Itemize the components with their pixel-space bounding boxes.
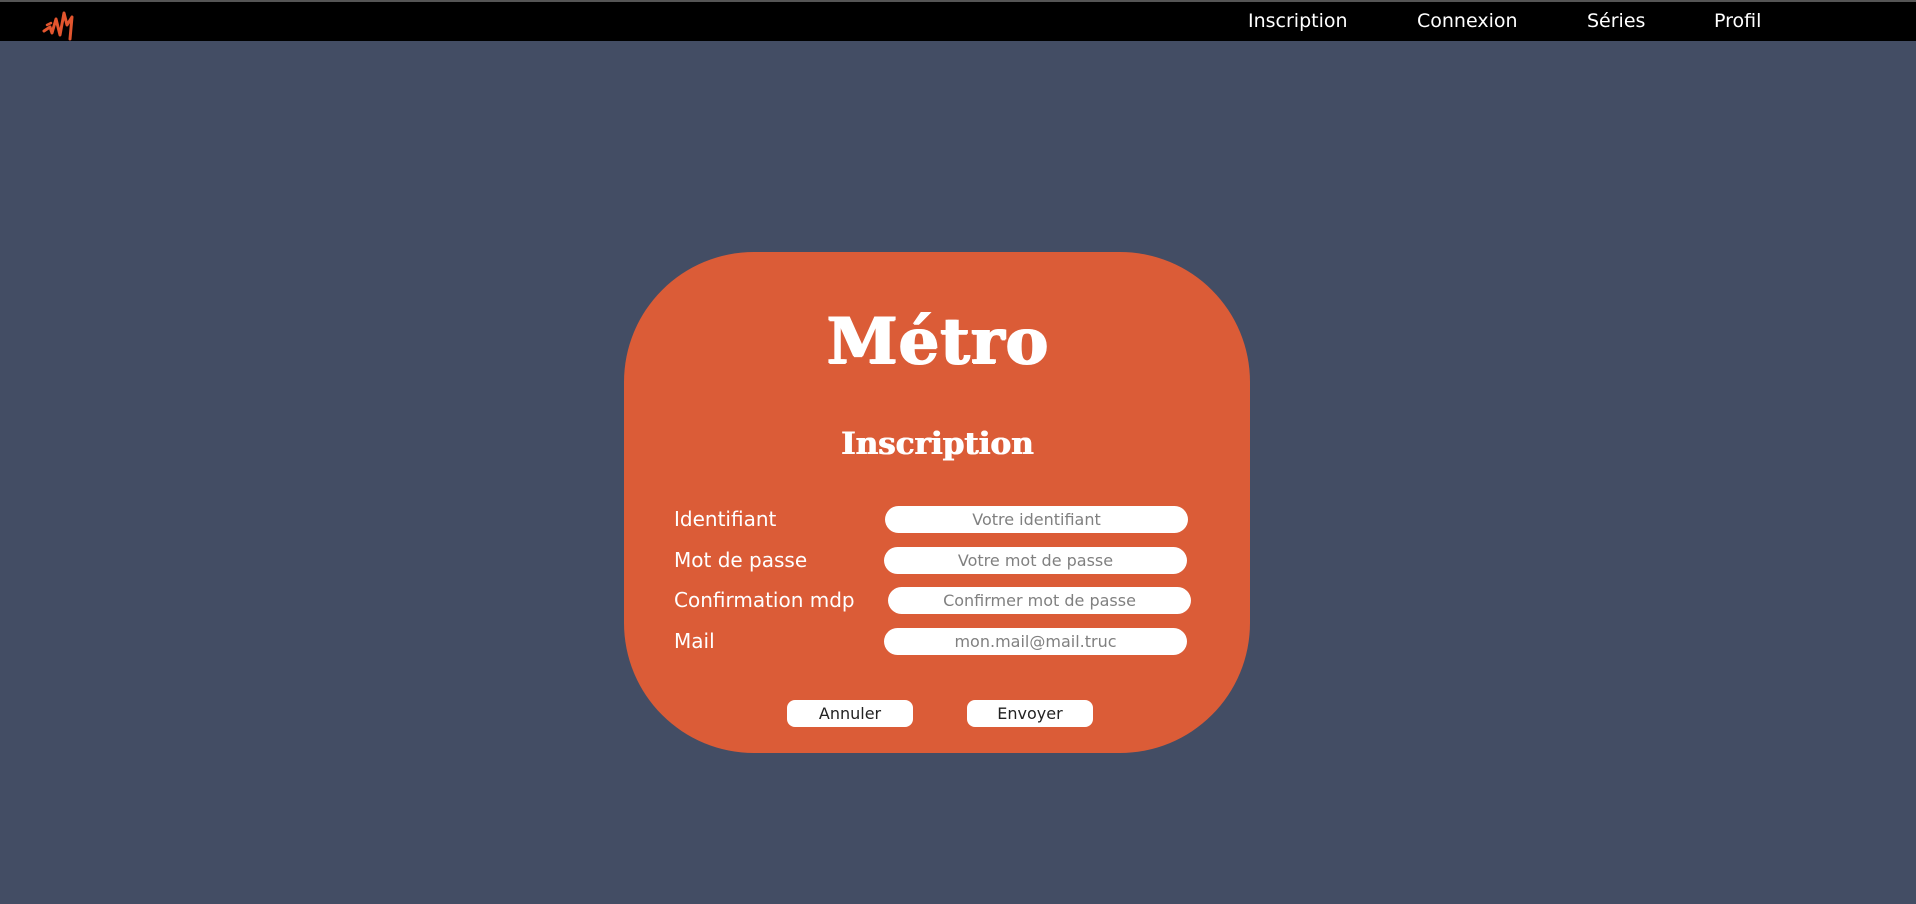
brand-title: Métro bbox=[825, 304, 1049, 379]
password-confirm-input[interactable] bbox=[888, 587, 1191, 614]
mail-input[interactable] bbox=[884, 628, 1187, 655]
form-row-identifiant: Identifiant bbox=[624, 504, 1250, 534]
form-title: Inscription bbox=[840, 426, 1034, 462]
password-label: Mot de passe bbox=[674, 548, 808, 572]
form-row-password-confirm: Confirmation mdp bbox=[624, 585, 1250, 615]
form-row-password: Mot de passe bbox=[624, 545, 1250, 575]
nav-series[interactable]: Séries bbox=[1587, 2, 1645, 41]
mail-label: Mail bbox=[674, 629, 715, 653]
nav-profil[interactable]: Profil bbox=[1714, 2, 1761, 41]
cancel-button[interactable]: Annuler bbox=[787, 700, 913, 727]
password-confirm-label: Confirmation mdp bbox=[674, 588, 855, 612]
submit-button[interactable]: Envoyer bbox=[967, 700, 1093, 727]
form-row-mail: Mail bbox=[624, 626, 1250, 656]
password-input[interactable] bbox=[884, 547, 1187, 574]
top-navigation-bar: Inscription Connexion Séries Profil bbox=[0, 0, 1916, 41]
logo-icon[interactable] bbox=[42, 5, 82, 41]
registration-card: Métro Inscription Identifiant Mot de pas… bbox=[624, 252, 1250, 753]
identifiant-input[interactable] bbox=[885, 506, 1188, 533]
nav-connexion[interactable]: Connexion bbox=[1417, 2, 1518, 41]
nav-inscription[interactable]: Inscription bbox=[1248, 2, 1348, 41]
identifiant-label: Identifiant bbox=[674, 507, 777, 531]
